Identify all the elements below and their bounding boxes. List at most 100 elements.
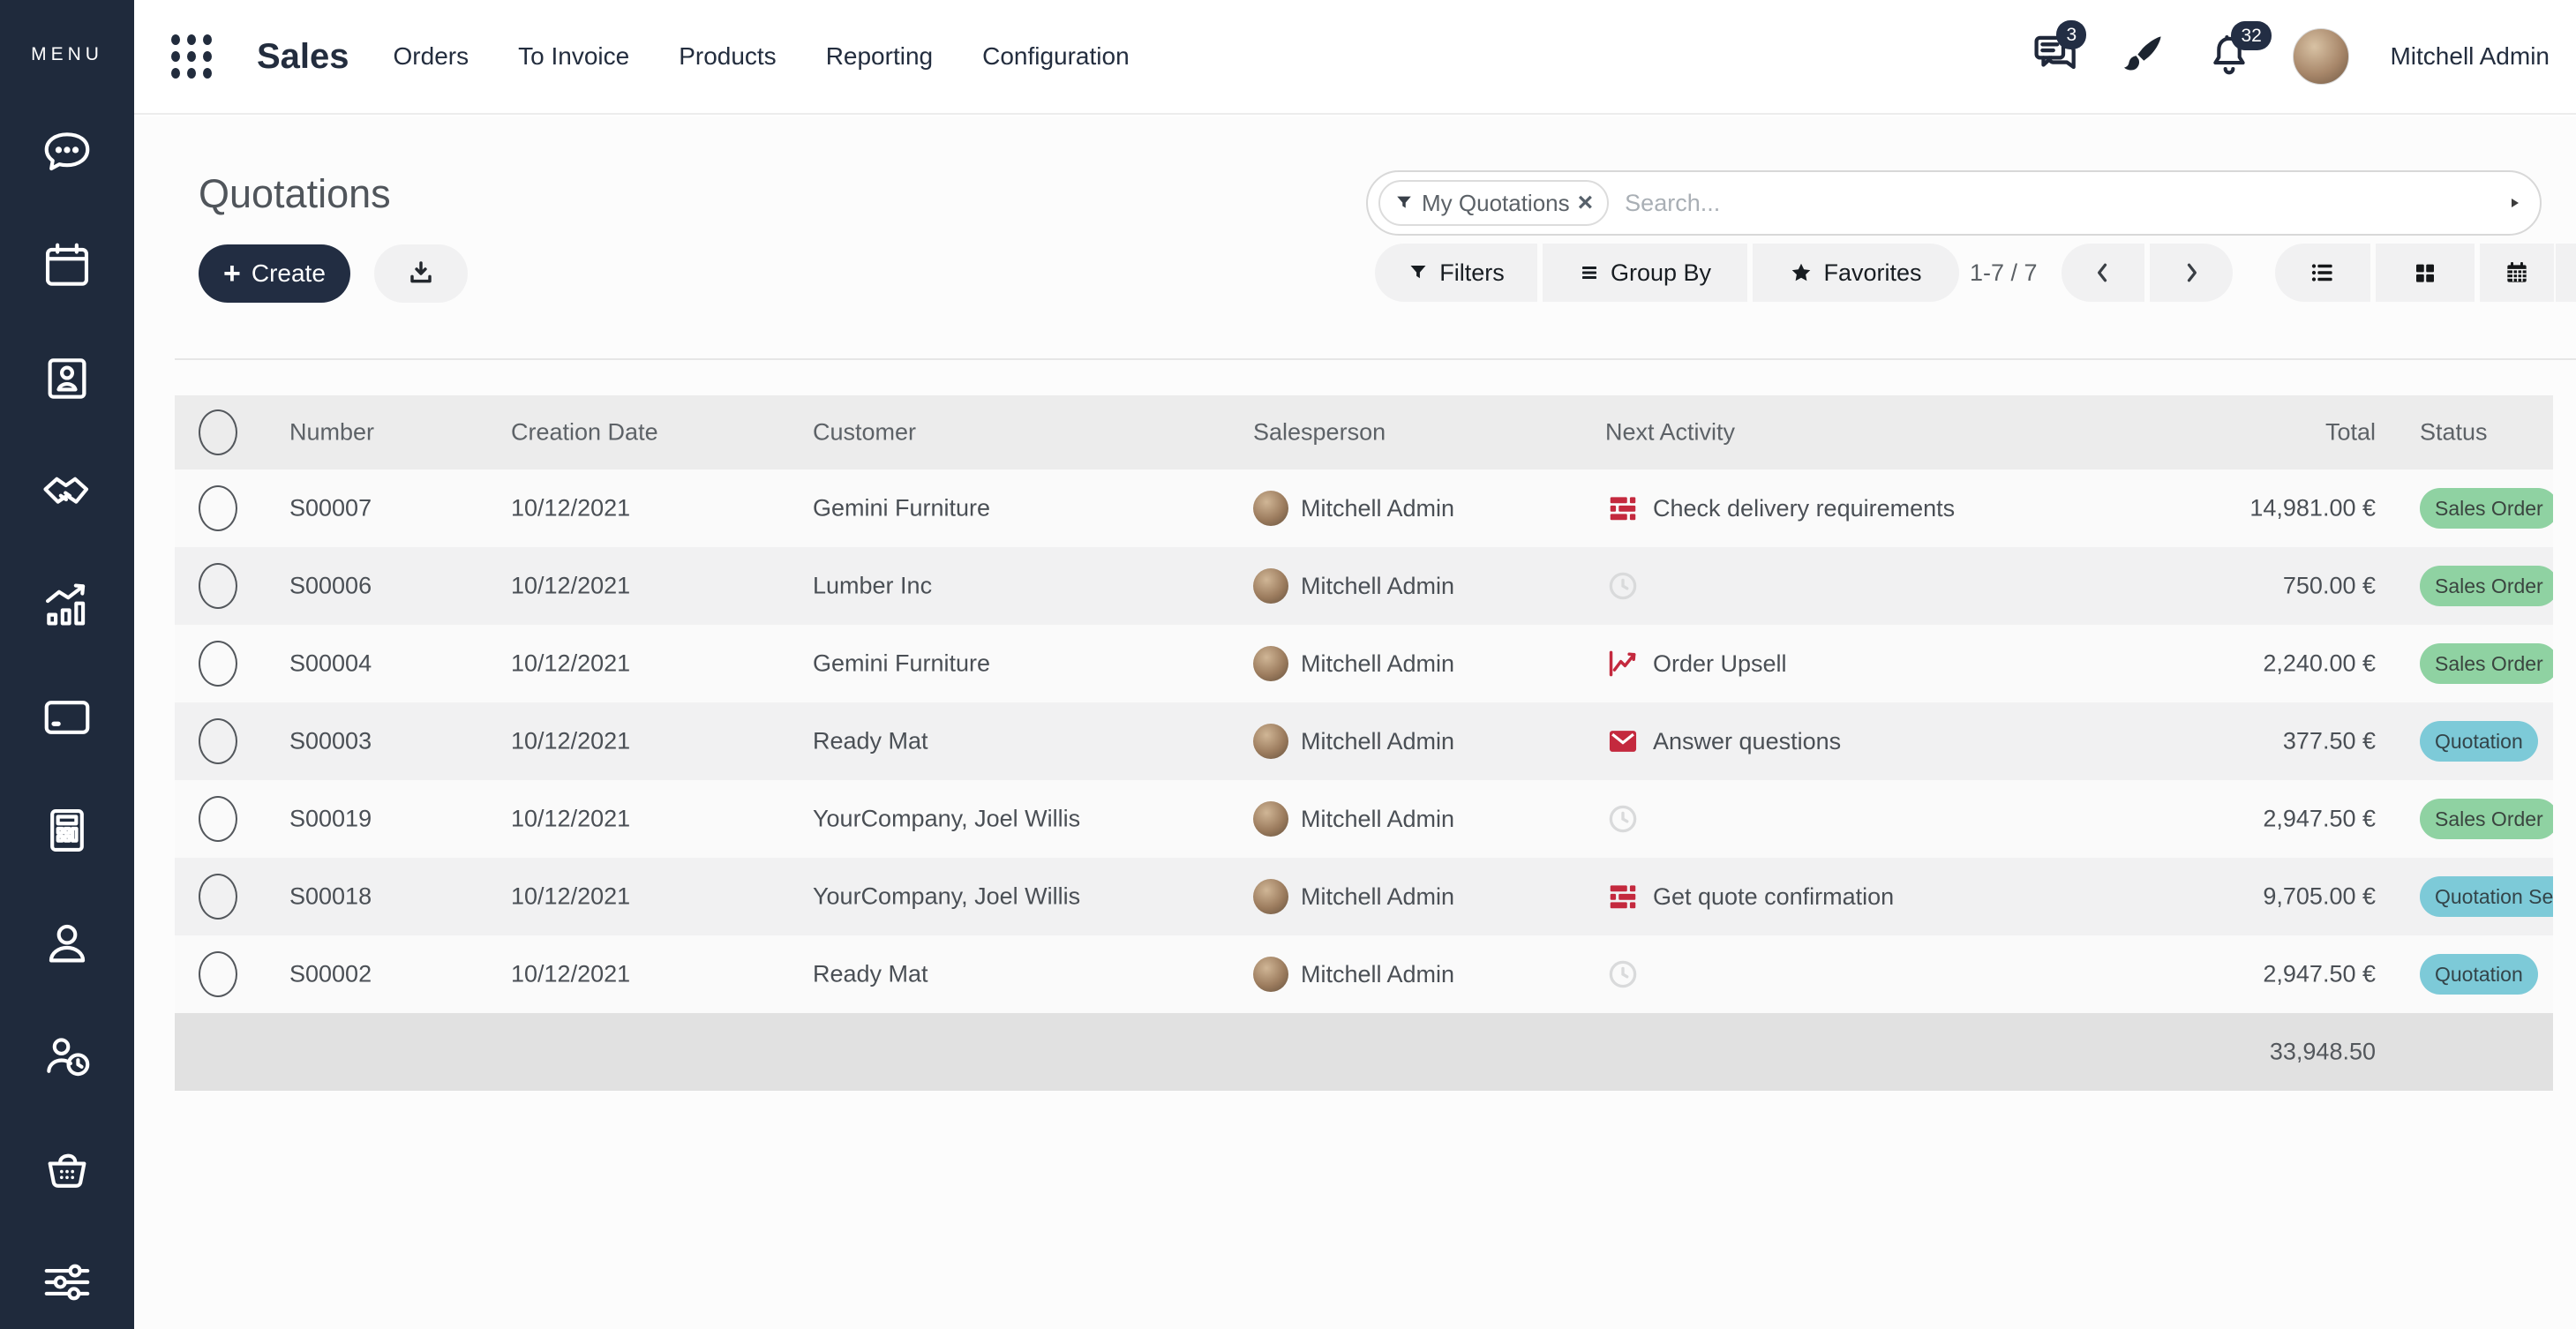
row-number: S00003 (289, 728, 372, 755)
sidebar-item-contacts[interactable] (39, 350, 95, 407)
envelope-icon[interactable] (1605, 724, 1641, 759)
sidebar-item-purchase[interactable] (39, 1141, 95, 1198)
row-activity[interactable]: Get quote confirmation (1605, 879, 1894, 914)
sidebar-item-crm[interactable] (39, 463, 95, 520)
row-activity[interactable] (1605, 957, 1653, 992)
filter-chip-close-icon[interactable]: × (1578, 190, 1594, 216)
view-kanban-button[interactable] (2376, 244, 2475, 302)
contacts-icon (40, 351, 94, 406)
nav-menu-orders[interactable]: Orders (394, 42, 469, 71)
row-date: 10/12/2021 (511, 883, 630, 911)
col-creation-date[interactable]: Creation Date (511, 419, 658, 447)
search-caret-icon[interactable] (2512, 199, 2519, 207)
select-all-checkbox[interactable] (199, 409, 237, 455)
nav-menu-to-invoice[interactable]: To Invoice (518, 42, 629, 71)
row-number: S00018 (289, 883, 372, 911)
divider (175, 358, 2576, 360)
calendar-icon (40, 238, 94, 293)
basket-icon (40, 1142, 94, 1197)
view-extra-button[interactable] (2556, 244, 2576, 302)
filters-button[interactable]: Filters (1375, 244, 1537, 302)
create-button[interactable]: + Create (199, 244, 350, 303)
row-checkbox[interactable] (199, 796, 237, 842)
col-status[interactable]: Status (2420, 419, 2488, 447)
chat-bubble-icon (40, 125, 94, 180)
user-avatar[interactable] (2293, 28, 2349, 85)
list-view-icon (2309, 259, 2336, 286)
search-bar[interactable]: My Quotations × Search... (1366, 170, 2542, 236)
messages-badge: 3 (2056, 20, 2086, 49)
app-sidebar: MENU (0, 0, 134, 1329)
sidebar-item-invoicing[interactable] (39, 689, 95, 746)
table-row[interactable]: S00004 10/12/2021 Gemini Furniture Mitch… (175, 625, 2553, 702)
pager-next-button[interactable] (2150, 244, 2233, 302)
group-by-label: Group By (1611, 259, 1711, 287)
chevron-left-icon (2090, 259, 2116, 286)
view-calendar-button[interactable] (2480, 244, 2554, 302)
export-button[interactable] (374, 244, 468, 303)
status-badge: Sales Order (2420, 488, 2553, 529)
row-activity[interactable] (1605, 568, 1653, 604)
app-name[interactable]: Sales (257, 37, 349, 77)
pager-previous-button[interactable] (2062, 244, 2144, 302)
row-checkbox[interactable] (199, 874, 237, 920)
row-checkbox[interactable] (199, 718, 237, 764)
nav-menu-reporting[interactable]: Reporting (826, 42, 933, 71)
view-list-button[interactable] (2275, 244, 2370, 302)
row-activity[interactable]: Order Upsell (1605, 646, 1787, 681)
table-footer: 33,948.50 (175, 1013, 2553, 1091)
row-checkbox[interactable] (199, 485, 237, 531)
apps-grid-icon[interactable] (171, 34, 213, 79)
col-number[interactable]: Number (289, 419, 374, 447)
search-input[interactable]: Search... (1625, 190, 1720, 217)
sidebar-item-settings[interactable] (39, 1254, 95, 1310)
col-customer[interactable]: Customer (813, 419, 916, 447)
nav-menu-configuration[interactable]: Configuration (982, 42, 1130, 71)
person-icon (40, 916, 94, 971)
favorites-button[interactable]: Favorites (1753, 244, 1959, 302)
theme-brush-button[interactable] (2120, 32, 2166, 82)
search-filter-chip[interactable]: My Quotations × (1378, 180, 1609, 226)
sidebar-item-employees[interactable] (39, 915, 95, 972)
table-row[interactable]: S00006 10/12/2021 Lumber Inc Mitchell Ad… (175, 547, 2553, 625)
notifications-button[interactable]: 32 (2206, 32, 2252, 82)
tasks-icon[interactable] (1605, 879, 1641, 914)
col-next-activity[interactable]: Next Activity (1605, 419, 1735, 447)
paintbrush-icon (2120, 32, 2166, 78)
sidebar-item-accounting[interactable] (39, 802, 95, 859)
row-activity[interactable]: Check delivery requirements (1605, 491, 1955, 526)
sidebar-item-sales[interactable] (39, 576, 95, 633)
clock-icon[interactable] (1605, 568, 1641, 604)
sidebar-item-calendar[interactable] (39, 237, 95, 294)
table-row[interactable]: S00007 10/12/2021 Gemini Furniture Mitch… (175, 469, 2553, 547)
menu-label[interactable]: MENU (0, 44, 134, 65)
row-checkbox[interactable] (199, 951, 237, 997)
user-name[interactable]: Mitchell Admin (2390, 42, 2550, 71)
sidebar-item-attendance[interactable] (39, 1028, 95, 1085)
row-checkbox[interactable] (199, 641, 237, 687)
table-row[interactable]: S00018 10/12/2021 YourCompany, Joel Will… (175, 858, 2553, 935)
row-checkbox[interactable] (199, 563, 237, 609)
tasks-icon[interactable] (1605, 491, 1641, 526)
table-row[interactable]: S00019 10/12/2021 YourCompany, Joel Will… (175, 780, 2553, 858)
row-total: 2,240.00 € (2111, 650, 2376, 678)
sidebar-item-discuss[interactable] (39, 124, 95, 181)
row-activity[interactable] (1605, 801, 1653, 837)
group-by-button[interactable]: Group By (1543, 244, 1747, 302)
col-salesperson[interactable]: Salesperson (1253, 419, 1386, 447)
messages-button[interactable]: 3 (2032, 31, 2079, 83)
clock-icon[interactable] (1605, 801, 1641, 837)
col-total[interactable]: Total (2111, 419, 2376, 447)
notifications-badge: 32 (2231, 21, 2271, 50)
chevron-right-icon (2178, 259, 2204, 286)
table-row[interactable]: S00003 10/12/2021 Ready Mat Mitchell Adm… (175, 702, 2553, 780)
row-salesperson: Mitchell Admin (1301, 728, 1454, 755)
clock-icon[interactable] (1605, 957, 1641, 992)
salesperson-avatar (1253, 957, 1288, 992)
nav-menu-products[interactable]: Products (679, 42, 777, 71)
line-chart-icon[interactable] (1605, 646, 1641, 681)
row-activity[interactable]: Answer questions (1605, 724, 1841, 759)
status-badge: Quotation (2420, 954, 2538, 995)
table-row[interactable]: S00002 10/12/2021 Ready Mat Mitchell Adm… (175, 935, 2553, 1013)
row-total: 2,947.50 € (2111, 806, 2376, 833)
